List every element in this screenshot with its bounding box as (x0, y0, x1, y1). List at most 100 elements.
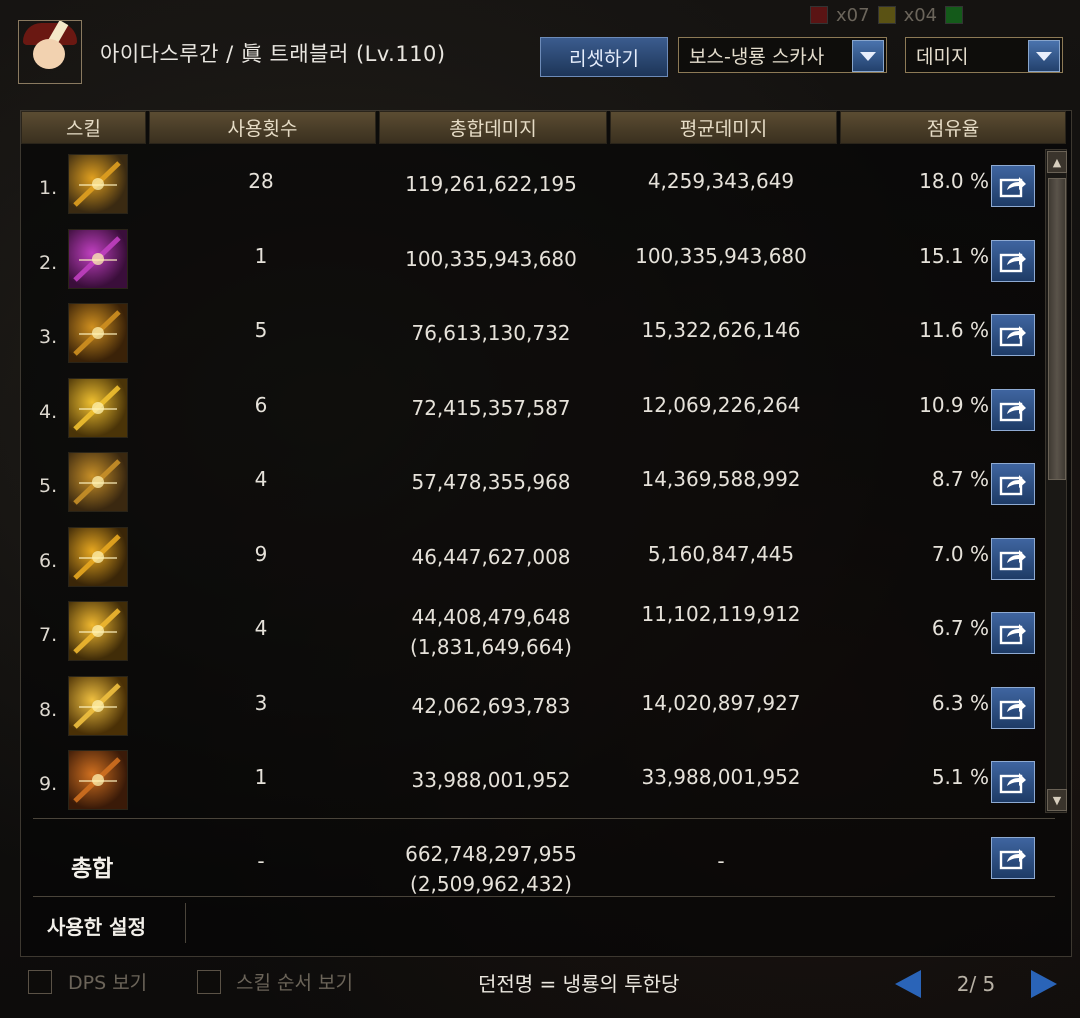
table-row: 4. 6 72,415,357,587 12,069,226,264 10.9 % (21, 375, 1041, 449)
row-total: 42,062,693,783 (371, 691, 611, 721)
row-total: 76,613,130,732 (371, 318, 611, 348)
skill-icon (68, 526, 128, 587)
col-average: 평균데미지 (610, 111, 837, 144)
scroll-up-icon[interactable]: ▲ (1047, 151, 1067, 173)
boss-filter-value: 보스-냉룡 스카사 (689, 45, 825, 68)
row-average: 100,335,943,680 (635, 243, 807, 268)
row-average: 4,259,343,649 (647, 169, 795, 193)
skill-order-label: 스킬 순서 보기 (236, 972, 353, 994)
scrollbar[interactable]: ▲ ▼ (1045, 149, 1067, 813)
share-export-icon[interactable] (991, 388, 1035, 431)
share-export-icon[interactable] (991, 239, 1035, 282)
boss-filter-select[interactable]: 보스-냉룡 스카사 (678, 37, 887, 73)
table-row: 1. 28 119,261,622,195 4,259,343,649 18.0 % (21, 151, 1041, 225)
metric-select[interactable]: 데미지 (905, 37, 1063, 73)
share-export-icon[interactable] (991, 761, 1035, 803)
row-average: 14,369,588,992 (641, 467, 801, 491)
total-count: - (257, 849, 265, 873)
total-average: - (717, 849, 725, 873)
row-count: 6 (254, 392, 268, 417)
settings-label: 사용한 설정 (47, 915, 146, 939)
row-count: 1 (254, 243, 268, 268)
row-average: 15,322,626,146 (641, 318, 801, 342)
row-total: 33,988,001,952 (371, 765, 611, 795)
row-total-value: 46,447,627,008 (411, 544, 571, 569)
col-count: 사용횟수 (149, 111, 376, 144)
reset-button[interactable]: 리셋하기 (540, 37, 668, 77)
row-total-value: 33,988,001,952 (411, 768, 571, 792)
row-share: 11.6 % (919, 318, 989, 342)
skill-icon (68, 750, 128, 810)
row-total: 57,478,355,968 (371, 467, 611, 497)
table-row: 3. 5 76,613,130,732 15,322,626,146 11.6 % (21, 300, 1041, 374)
row-total-value: 42,062,693,783 (411, 693, 571, 718)
row-average: 14,020,897,927 (641, 690, 801, 715)
row-rank: 4. (39, 400, 58, 423)
table-row: 7. 4 44,408,479,648 (1,831,649,664) 11,102,1… (21, 598, 1041, 672)
row-share: 5.1 % (931, 765, 989, 789)
total-label: 총합 (71, 856, 114, 882)
table-row: 5. 4 57,478,355,968 14,369,588,992 8.7 % (21, 449, 1041, 523)
table-row: 9. 1 33,988,001,952 33,988,001,952 5.1 % (21, 747, 1041, 821)
row-count: 4 (254, 616, 268, 640)
row-rank: 6. (39, 549, 58, 572)
page-indicator: 2/ 5 (956, 972, 996, 996)
scroll-down-icon[interactable]: ▼ (1047, 789, 1067, 811)
row-share: 15.1 % (919, 243, 989, 268)
row-average: 33,988,001,952 (641, 765, 801, 789)
skill-icon (68, 303, 128, 363)
character-name: 아이다스루간 / 眞 트래블러 (Lv.110) (100, 42, 446, 66)
skill-icon (68, 601, 128, 661)
col-share: 점유율 (840, 111, 1066, 144)
table-row: 6. 9 46,447,627,008 5,160,847,445 7.0 % (21, 524, 1041, 598)
chevron-down-icon[interactable] (1028, 40, 1060, 72)
row-count: 28 (248, 169, 274, 193)
metric-select-value: 데미지 (916, 45, 969, 68)
share-export-icon[interactable] (991, 165, 1035, 207)
damage-table-panel: 스킬 사용횟수 총합데미지 평균데미지 점유율 1. 28 119,261,622,… (20, 110, 1072, 957)
dps-checkbox[interactable] (28, 970, 52, 994)
character-avatar (18, 20, 82, 84)
table-row: 8. 3 42,062,693,783 14,020,897,927 6.3 % (21, 673, 1041, 747)
row-count: 4 (254, 467, 268, 491)
row-average: 11,102,119,912 (641, 602, 801, 626)
share-export-icon[interactable] (991, 314, 1035, 356)
row-total: 100,335,943,680 (371, 244, 611, 274)
skill-icon (68, 377, 128, 438)
col-skill: 스킬 (21, 111, 146, 144)
share-export-icon[interactable] (991, 537, 1035, 580)
share-export-icon[interactable] (991, 463, 1035, 505)
dungeon-name: 던전명 = 냉룡의 투한당 (478, 972, 680, 996)
chevron-down-icon[interactable] (852, 40, 884, 72)
footer: DPS 보기 스킬 순서 보기 던전명 = 냉룡의 투한당 2/ 5 (0, 962, 1080, 1012)
row-rank: 7. (39, 624, 58, 646)
skill-order-checkbox[interactable] (197, 970, 221, 994)
row-rank: 5. (39, 475, 58, 497)
row-count: 5 (254, 318, 268, 342)
row-share: 7.0 % (931, 541, 989, 566)
row-total: 119,261,622,195 (371, 169, 611, 199)
row-count: 1 (254, 765, 268, 789)
row-average: 12,069,226,264 (641, 392, 801, 417)
row-share: 18.0 % (919, 169, 989, 193)
row-total: 72,415,357,587 (371, 393, 611, 423)
skill-icon (68, 228, 128, 289)
row-count: 9 (254, 541, 268, 566)
row-rank: 2. (39, 251, 58, 274)
total-damage: 662,748,297,955 (2,509,962,432) (371, 839, 611, 899)
row-total-sub: (1,831,649,664) (410, 635, 572, 659)
row-share: 10.9 % (919, 392, 989, 417)
settings-separator (185, 903, 186, 943)
next-page-icon[interactable] (1031, 970, 1057, 998)
prev-page-icon[interactable] (895, 970, 921, 998)
share-export-icon[interactable] (991, 612, 1035, 654)
scroll-thumb[interactable] (1048, 178, 1066, 480)
row-total-value: 76,613,130,732 (411, 321, 571, 345)
row-total-value: 100,335,943,680 (405, 246, 577, 271)
row-total: 46,447,627,008 (371, 542, 611, 572)
share-export-icon[interactable] (991, 686, 1035, 729)
row-rank: 9. (39, 773, 58, 795)
share-export-icon[interactable] (991, 837, 1035, 879)
row-total-value: 119,261,622,195 (405, 172, 577, 196)
row-average: 5,160,847,445 (647, 541, 795, 566)
